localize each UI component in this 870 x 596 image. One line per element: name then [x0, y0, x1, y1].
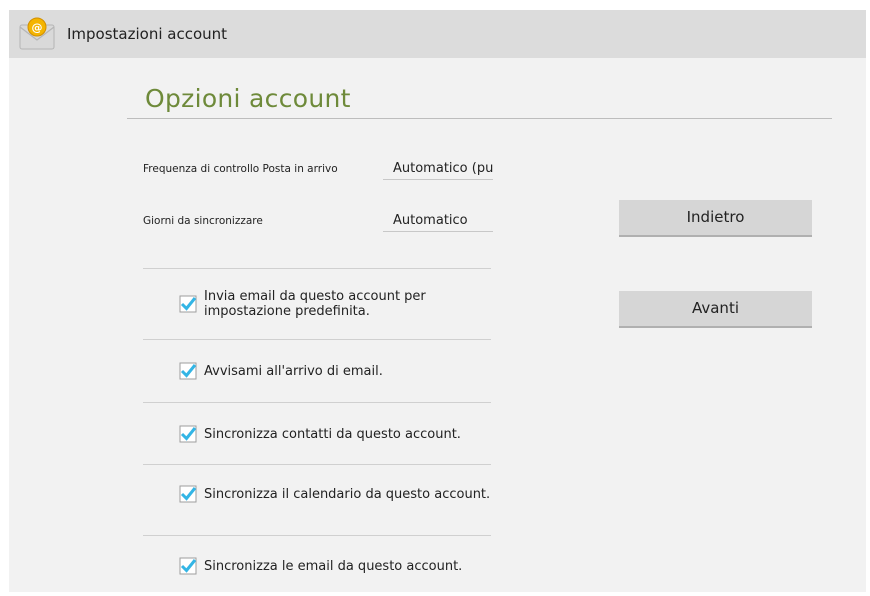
notify-email-label: Avvisami all'arrivo di email. — [204, 363, 383, 379]
next-button[interactable]: Avanti — [619, 291, 812, 328]
checkbox-checked-icon[interactable] — [179, 425, 197, 443]
sync-days-spinner[interactable]: Automatico — [383, 212, 493, 232]
sync-calendar-label: Sincronizza il calendario da questo acco… — [204, 486, 491, 502]
default-account-label: Invia email da questo account per impost… — [204, 289, 426, 319]
notify-email-checkbox-row[interactable]: Avvisami all'arrivo di email. — [179, 362, 499, 380]
action-bar: @ Impostazioni account — [9, 10, 866, 58]
check-frequency-spinner[interactable]: Automatico (pu — [383, 160, 493, 180]
svg-text:@: @ — [32, 21, 43, 34]
sync-days-label: Giorni da sincronizzare — [143, 215, 263, 227]
app-title: Impostazioni account — [67, 25, 228, 43]
checkbox-checked-icon[interactable] — [179, 295, 197, 313]
divider — [143, 535, 491, 536]
divider — [143, 268, 491, 269]
sync-contacts-checkbox-row[interactable]: Sincronizza contatti da questo account. — [179, 425, 499, 443]
settings-screen: @ Impostazioni account Opzioni account F… — [9, 10, 866, 592]
checkbox-checked-icon[interactable] — [179, 362, 197, 380]
email-app-icon[interactable]: @ — [17, 16, 57, 52]
title-divider — [127, 118, 832, 119]
section-title: Opzioni account — [145, 84, 351, 113]
sync-calendar-checkbox-row[interactable]: Sincronizza il calendario da questo acco… — [179, 485, 499, 503]
divider — [143, 402, 491, 403]
checkbox-checked-icon[interactable] — [179, 485, 197, 503]
divider — [143, 339, 491, 340]
checkbox-checked-icon[interactable] — [179, 557, 197, 575]
default-account-checkbox-row[interactable]: Invia email da questo account per impost… — [179, 289, 499, 319]
check-frequency-label: Frequenza di controllo Posta in arrivo — [143, 163, 338, 175]
sync-email-checkbox-row[interactable]: Sincronizza le email da questo account. — [179, 557, 499, 575]
back-button[interactable]: Indietro — [619, 200, 812, 237]
divider — [143, 464, 491, 465]
sync-contacts-label: Sincronizza contatti da questo account. — [204, 426, 461, 442]
sync-email-label: Sincronizza le email da questo account. — [204, 558, 463, 574]
